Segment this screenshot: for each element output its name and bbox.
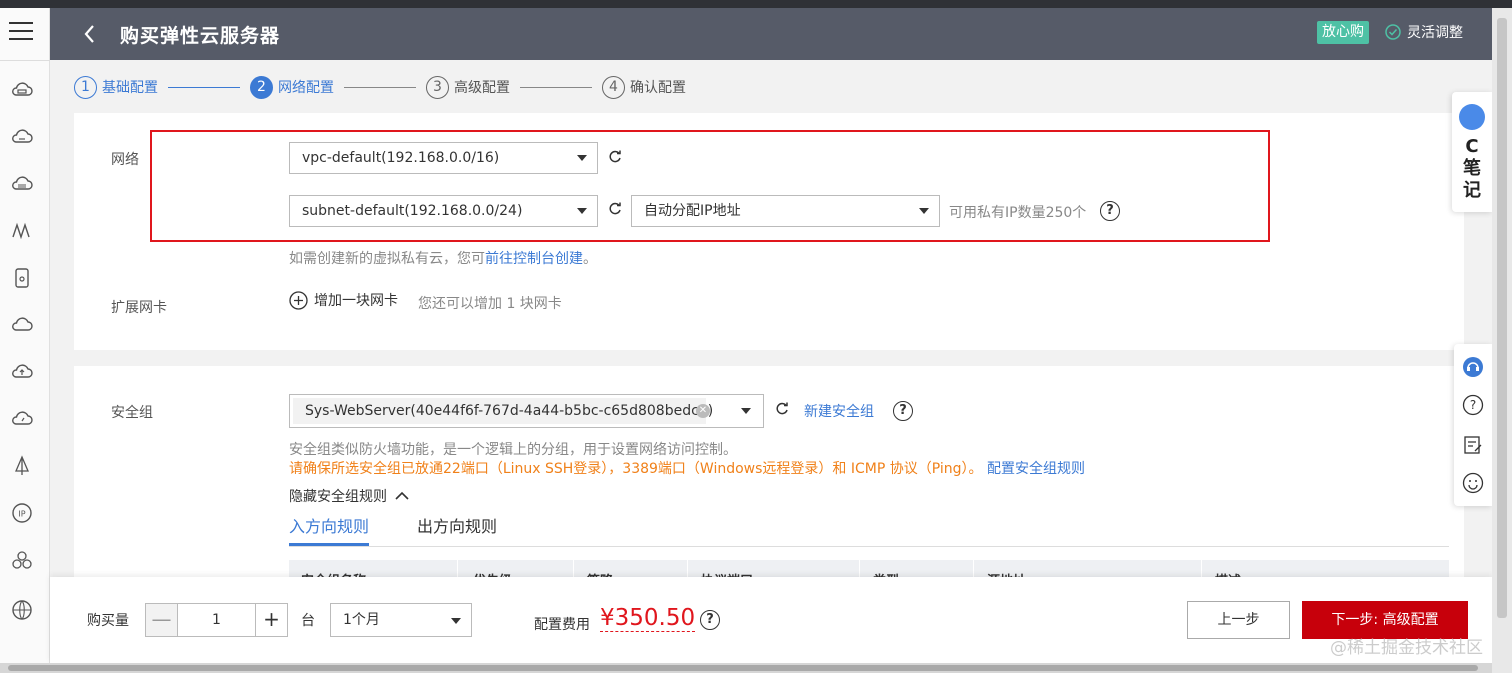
page-title: 购买弹性云服务器 bbox=[120, 25, 281, 47]
nic-hint: 您还可以增加 1 块网卡 bbox=[418, 296, 562, 312]
new-security-group-link[interactable]: 新建安全组 bbox=[804, 401, 874, 421]
duration-value: 1个月 bbox=[343, 612, 380, 628]
quantity-label: 购买量 bbox=[87, 613, 129, 629]
globe-icon[interactable] bbox=[10, 598, 34, 622]
cloud-monitor-icon[interactable] bbox=[10, 407, 34, 431]
cloud-upload-icon[interactable] bbox=[10, 360, 34, 384]
feedback-edit-icon[interactable] bbox=[1462, 434, 1484, 456]
step-connector bbox=[168, 86, 240, 88]
ip-icon[interactable]: IP bbox=[10, 501, 34, 525]
toggle-rules-label: 隐藏安全组规则 bbox=[289, 489, 387, 505]
flexible-adjust-label: 灵活调整 bbox=[1407, 25, 1463, 41]
chevron-up-icon bbox=[395, 491, 409, 500]
step-connector bbox=[520, 86, 592, 88]
fee-label: 配置费用 bbox=[534, 617, 590, 633]
scroll-thumb[interactable] bbox=[8, 665, 1478, 671]
support-toolbar: ? bbox=[1454, 344, 1492, 506]
increment-button[interactable]: + bbox=[255, 604, 287, 636]
step-label: 网络配置 bbox=[278, 80, 334, 96]
step-label: 确认配置 bbox=[630, 80, 686, 96]
page-header: 购买弹性云服务器 放心购 灵活调整 bbox=[50, 8, 1492, 60]
storage-icon[interactable] bbox=[10, 266, 34, 290]
watermark: @稀土掘金技术社区 bbox=[1330, 638, 1483, 658]
toggle-rules-button[interactable]: 隐藏安全组规则 bbox=[289, 486, 409, 506]
dropdown-arrow-icon bbox=[741, 408, 751, 414]
vertical-scrollbar[interactable] bbox=[1492, 8, 1512, 673]
help-icon[interactable]: ? bbox=[893, 401, 913, 421]
cloud-icon[interactable] bbox=[10, 313, 34, 337]
refresh-security-group-icon[interactable] bbox=[774, 401, 790, 417]
step-progress: 1 基础配置 2 网络配置 3 高级配置 4 确认配置 bbox=[74, 74, 686, 100]
note-logo-icon bbox=[1459, 104, 1485, 130]
duration-select[interactable]: 1个月 bbox=[330, 603, 472, 637]
smiley-feedback-icon[interactable] bbox=[1462, 472, 1484, 494]
unit-label: 台 bbox=[301, 613, 315, 629]
network-label: 网络 bbox=[111, 152, 139, 168]
help-icon[interactable]: ? bbox=[700, 610, 720, 630]
nic-label: 扩展网卡 bbox=[111, 300, 167, 316]
purchase-bar: 购买量 — 1 + 台 1个月 配置费用 ¥350.50 ? 上一步 下一步: … bbox=[50, 577, 1492, 663]
step-3: 3 高级配置 bbox=[426, 75, 510, 99]
quantity-stepper: — 1 + bbox=[145, 603, 288, 637]
rule-tabs: 入方向规则 出方向规则 bbox=[289, 513, 497, 547]
cloud-database-icon[interactable] bbox=[10, 172, 34, 196]
customer-service-icon[interactable] bbox=[1462, 356, 1484, 378]
step-number: 2 bbox=[250, 75, 273, 99]
flexible-adjust[interactable]: 灵活调整 bbox=[1385, 22, 1463, 42]
highlight-box bbox=[150, 130, 1270, 242]
port-warning: 请确保所选安全组已放通22端口（Linux SSH登录），3389端口（Wind… bbox=[289, 458, 1085, 478]
step-4: 4 确认配置 bbox=[602, 75, 686, 99]
network-icon[interactable] bbox=[10, 219, 34, 243]
quantity-value[interactable]: 1 bbox=[178, 604, 255, 636]
dropdown-arrow-icon bbox=[451, 618, 461, 624]
help-circle-icon[interactable]: ? bbox=[1462, 394, 1484, 416]
decrement-button[interactable]: — bbox=[146, 604, 178, 636]
price-value[interactable]: ¥350.50 bbox=[600, 605, 696, 632]
step-label: 基础配置 bbox=[102, 80, 158, 96]
menu-icon[interactable] bbox=[9, 22, 33, 44]
svg-text:?: ? bbox=[1470, 398, 1476, 412]
previous-step-button[interactable]: 上一步 bbox=[1187, 601, 1290, 639]
sidebar-divider bbox=[0, 60, 50, 61]
add-nic-button[interactable]: 增加一块网卡 bbox=[289, 290, 398, 310]
hint-text: 如需创建新的虚拟私有云，您可 bbox=[289, 251, 485, 267]
check-circle-icon bbox=[1385, 24, 1401, 40]
security-group-description: 安全组类似防火墙功能，是一个逻辑上的分组，用于设置网络访问控制。 bbox=[289, 442, 737, 458]
tab-inbound-rules[interactable]: 入方向规则 bbox=[289, 513, 370, 547]
cloud-server-icon[interactable] bbox=[10, 78, 34, 102]
step-1[interactable]: 1 基础配置 bbox=[74, 75, 158, 99]
scroll-thumb[interactable] bbox=[1497, 18, 1507, 618]
step-label: 高级配置 bbox=[454, 80, 510, 96]
configure-rules-link[interactable]: 配置安全组规则 bbox=[987, 461, 1085, 477]
tab-outbound-rules[interactable]: 出方向规则 bbox=[417, 513, 497, 547]
tab-divider bbox=[289, 546, 1449, 547]
cloud-compute-icon[interactable] bbox=[10, 125, 34, 149]
step-number: 3 bbox=[426, 75, 449, 99]
add-nic-label: 增加一块网卡 bbox=[314, 293, 398, 309]
warning-text: 请确保所选安全组已放通22端口（Linux SSH登录），3389端口（Wind… bbox=[289, 461, 983, 477]
plus-circle-icon bbox=[289, 290, 308, 310]
horizontal-scrollbar[interactable] bbox=[0, 663, 1492, 673]
assurance-badge: 放心购 bbox=[1317, 21, 1369, 44]
clear-icon[interactable]: ✕ bbox=[696, 404, 710, 418]
svg-text:IP: IP bbox=[18, 510, 25, 519]
security-group-select[interactable]: Sys-WebServer(40e44f6f-767d-4a44-b5bc-c6… bbox=[289, 394, 764, 428]
step-number: 1 bbox=[74, 75, 97, 99]
note-widget[interactable]: C笔记 bbox=[1452, 92, 1492, 212]
vpc-create-hint: 如需创建新的虚拟私有云，您可前往控制台创建。 bbox=[289, 248, 597, 268]
cluster-icon[interactable] bbox=[10, 548, 34, 572]
step-connector bbox=[344, 86, 416, 88]
security-group-value: Sys-WebServer(40e44f6f-767d-4a44-b5bc-c6… bbox=[305, 403, 714, 419]
step-number: 4 bbox=[602, 75, 625, 99]
console-create-link[interactable]: 前往控制台创建 bbox=[485, 251, 583, 267]
note-widget-label: C笔记 bbox=[1463, 136, 1481, 201]
deploy-icon[interactable] bbox=[10, 454, 34, 478]
top-strip bbox=[0, 0, 1512, 8]
step-2: 2 网络配置 bbox=[250, 75, 334, 99]
left-sidebar: IP bbox=[0, 8, 50, 673]
hint-suffix: 。 bbox=[583, 251, 597, 267]
back-arrow-icon[interactable] bbox=[80, 21, 100, 47]
security-group-label: 安全组 bbox=[111, 405, 153, 421]
